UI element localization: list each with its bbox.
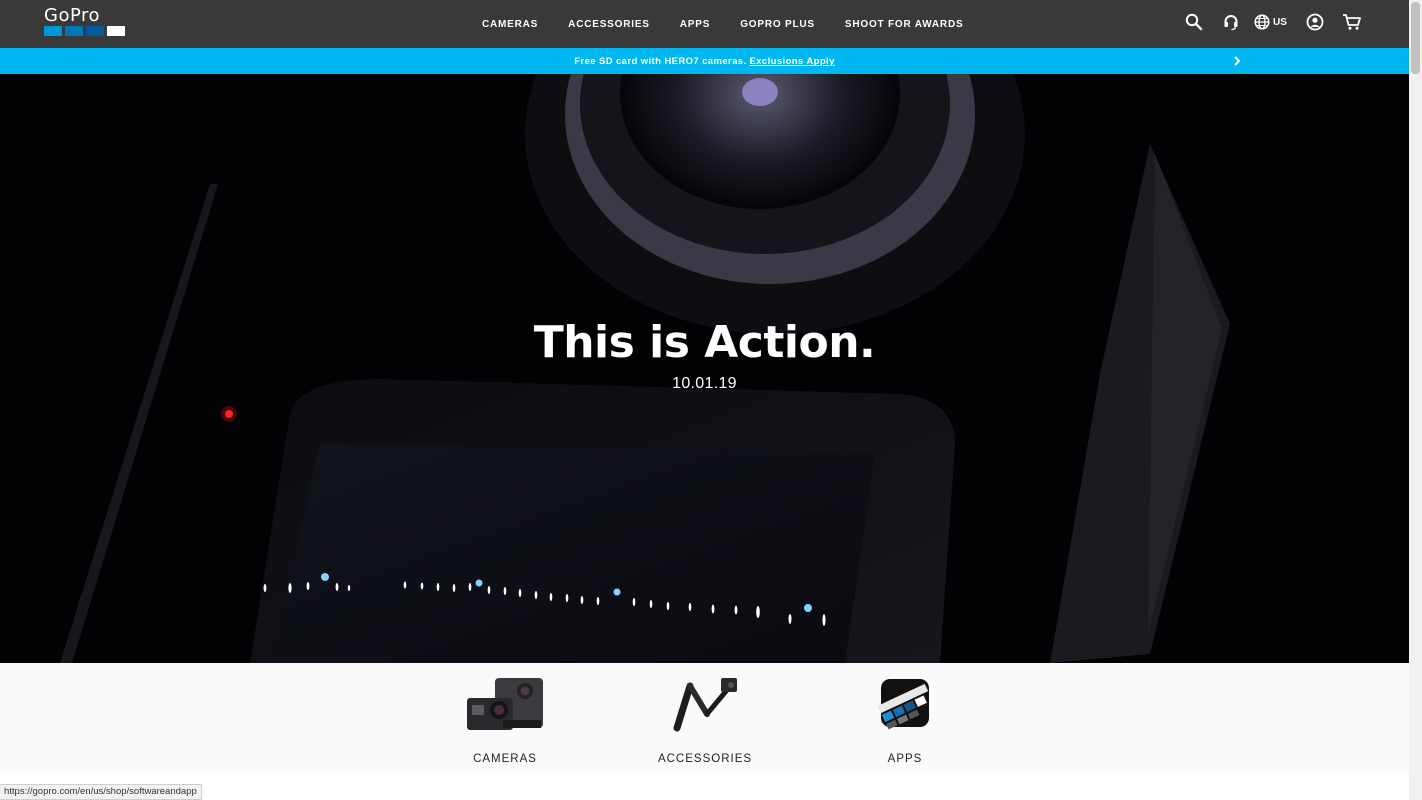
site-header: GoPro CAMERAS ACCESSORIES APPS GOPRO PLU…: [0, 0, 1409, 48]
hero-camera-image: [0, 74, 1409, 663]
category-label: ACCESSORIES: [657, 753, 753, 765]
scrollbar-thumb[interactable]: [1411, 2, 1420, 74]
account-icon[interactable]: [1301, 8, 1329, 36]
category-accessories[interactable]: ACCESSORIES: [625, 673, 785, 769]
accessories-thumbnail: [673, 678, 737, 732]
category-strip: CAMERAS ACCESSORIES APPS: [0, 663, 1409, 775]
logo-squares: [44, 26, 125, 36]
page: GoPro CAMERAS ACCESSORIES APPS GOPRO PLU…: [0, 0, 1422, 800]
nav-accessories[interactable]: ACCESSORIES: [568, 19, 650, 30]
support-headset-icon[interactable]: [1217, 8, 1245, 36]
hero-title: This is Action.: [533, 317, 876, 368]
category-label: APPS: [887, 753, 923, 765]
logo-square: [107, 26, 125, 36]
category-label: CAMERAS: [473, 753, 537, 765]
region-label: US: [1273, 16, 1287, 28]
promo-exclusions-link[interactable]: Exclusions Apply: [750, 56, 835, 67]
chevron-right-icon[interactable]: [1231, 54, 1243, 68]
vertical-scrollbar[interactable]: [1409, 0, 1422, 800]
main-nav: CAMERAS ACCESSORIES APPS GOPRO PLUS SHOO…: [470, 0, 993, 48]
search-icon[interactable]: [1180, 8, 1208, 36]
promo-banner: Free SD card with HERO7 cameras. Exclusi…: [0, 48, 1409, 74]
category-apps[interactable]: APPS: [825, 673, 985, 769]
nav-cameras[interactable]: CAMERAS: [482, 19, 538, 30]
globe-icon: [1254, 14, 1270, 30]
logo-wordmark: GoPro: [44, 5, 101, 26]
browser-status-url: https://gopro.com/en/us/shop/softwareand…: [0, 784, 202, 800]
apps-thumbnail: [877, 679, 929, 730]
cart-icon[interactable]: [1338, 8, 1366, 36]
nav-apps[interactable]: APPS: [680, 19, 710, 30]
gopro-logo[interactable]: GoPro: [44, 5, 128, 39]
region-selector[interactable]: US: [1254, 14, 1287, 30]
nav-gopro-plus[interactable]: GOPRO PLUS: [740, 19, 815, 30]
logo-square: [44, 26, 62, 36]
category-cameras[interactable]: CAMERAS: [425, 673, 585, 769]
nav-shoot-for-awards[interactable]: SHOOT FOR AWARDS: [845, 19, 964, 30]
hero-banner[interactable]: This is Action. 10.01.19: [0, 74, 1409, 663]
logo-square: [65, 26, 83, 36]
hero-date: 10.01.19: [672, 375, 737, 392]
cameras-thumbnail: [467, 678, 543, 730]
promo-text: Free SD card with HERO7 cameras.: [574, 55, 747, 67]
logo-square: [86, 26, 104, 36]
header-utilities: US: [1180, 0, 1375, 44]
